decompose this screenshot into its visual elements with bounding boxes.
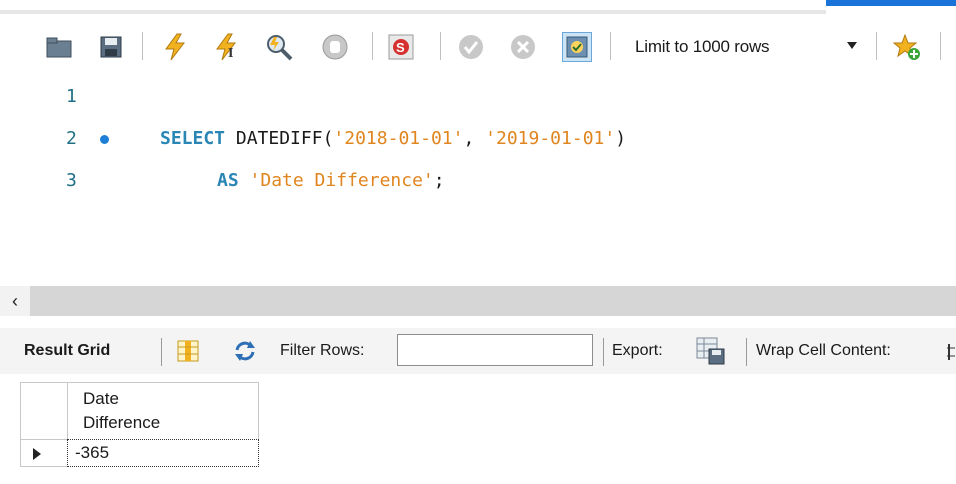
toolbar-separator [876,32,877,60]
column-grid-icon[interactable] [176,340,200,362]
execute-current-statement-icon[interactable]: I [212,32,242,62]
row-selector[interactable] [20,439,68,467]
editor-line: 3 AS 'Date Difference'; [0,166,956,196]
sql-string: '2019-01-01' [485,128,616,149]
limit-rows-select[interactable]: Limit to 1000 rows [625,30,863,64]
line-number: 1 [66,86,77,107]
sql-punctuation: , [463,128,486,149]
filter-rows-label: Filter Rows: [280,342,365,359]
open-folder-icon[interactable] [44,32,74,62]
chevron-down-icon [847,42,857,49]
toolbar-separator [161,338,162,366]
toolbar-separator [610,32,611,60]
sql-keyword: AS [217,170,239,191]
grid-corner-header [20,382,68,440]
wrap-cell-content-label: Wrap Cell Content: [756,342,891,359]
sql-punctuation: ) [615,128,627,149]
toolbar-separator [603,338,604,366]
limit-rows-label: Limit to 1000 rows [635,37,770,56]
sql-string: '2018-01-01' [333,128,464,149]
svg-text:I: I [228,46,233,61]
scroll-left-button[interactable]: ‹ [0,286,30,316]
active-tab-indicator [826,0,956,6]
toolbar-separator [142,32,143,60]
export-icon[interactable] [696,337,726,365]
toolbar-separator [746,338,747,366]
line-number: 2 [66,128,77,149]
sql-editor[interactable]: 1 2 SELECT DATEDIFF('2018-01-01', '2019-… [0,76,956,286]
column-header-date-difference[interactable]: Date Difference [67,382,259,440]
scrollbar-track[interactable] [30,286,956,316]
commit-icon[interactable] [456,32,486,62]
svg-text:S: S [396,40,405,55]
filter-rows-input[interactable] [397,334,593,366]
sql-statement: SELECT DATEDIFF('2018-01-01', '2019-01-0… [160,124,626,154]
toolbar-separator [940,32,941,60]
editor-line: 2 SELECT DATEDIFF('2018-01-01', '2019-01… [0,124,956,154]
result-toolbar: Result Grid Filter Rows: Export: Wrap Ce… [0,328,956,374]
toolbar-separator [440,32,441,60]
wrap-cell-toggle-icon[interactable] [946,342,956,362]
current-row-arrow-icon [33,448,41,460]
column-header-line: Difference [83,413,161,432]
toggle-stop-on-error-icon[interactable]: S [386,32,416,62]
sql-punctuation: ( [322,128,334,149]
top-strip [0,0,956,14]
horizontal-scrollbar[interactable]: ‹ [0,286,956,316]
save-icon[interactable] [96,32,126,62]
stop-icon[interactable] [320,32,350,62]
line-number: 3 [66,170,77,191]
statement-marker-icon [100,135,109,144]
editor-line: 1 [0,82,956,112]
execute-icon[interactable] [160,32,190,62]
column-header-line: Date [83,389,119,408]
grid-cell[interactable]: -365 [67,439,259,467]
sql-punctuation: ; [433,170,445,191]
toolbar-separator [372,32,373,60]
result-grid-tab[interactable]: Result Grid [24,328,110,374]
add-snippet-star-icon[interactable] [892,32,922,62]
refresh-icon[interactable] [232,340,258,362]
rollback-icon[interactable] [508,32,538,62]
autocommit-toggle-icon[interactable] [562,32,592,62]
sql-statement: AS 'Date Difference'; [217,166,445,196]
explain-magnifier-icon[interactable] [264,32,294,62]
sql-function: DATEDIFF [235,128,323,149]
sql-string: 'Date Difference' [249,170,434,191]
export-label: Export: [612,342,663,359]
sql-keyword: SELECT [160,128,226,149]
sql-editor-toolbar: I S Limit to 1000 rows [0,14,956,76]
